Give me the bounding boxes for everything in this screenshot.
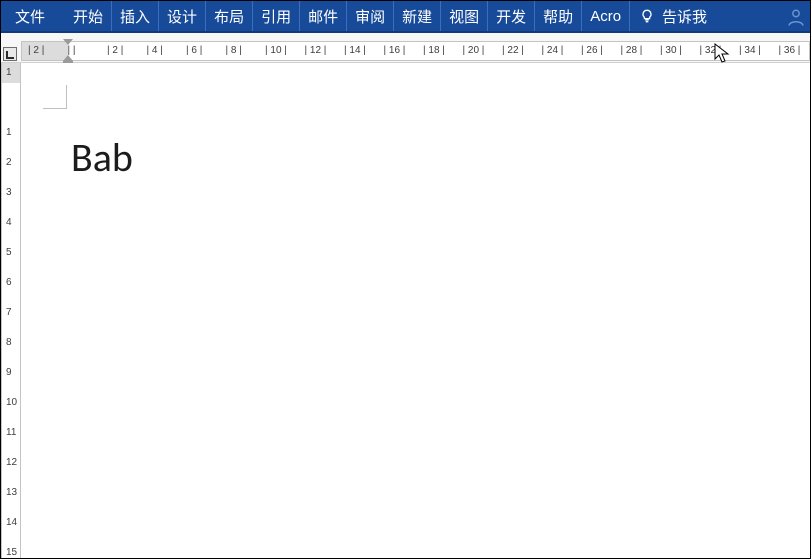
account-icon[interactable] — [786, 6, 806, 27]
tab-file[interactable]: 文件 — [1, 1, 65, 31]
v-ruler-tick: 6 — [6, 277, 12, 288]
h-ruler-tick: | 36 | — [779, 45, 801, 56]
tab-developer[interactable]: 开发 — [488, 1, 535, 31]
v-ruler-tick: 3 — [6, 187, 12, 198]
tab-view[interactable]: 视图 — [441, 1, 488, 31]
h-ruler-tick: | 26 | — [581, 45, 603, 56]
tab-help[interactable]: 帮助 — [535, 1, 582, 31]
document-body-text[interactable]: Bab — [71, 133, 133, 182]
h-ruler-tick: | 28 | — [621, 45, 643, 56]
h-ruler-tick: | 22 | — [502, 45, 524, 56]
v-ruler-tick: 10 — [6, 397, 17, 408]
v-ruler-tick: 15 — [6, 547, 17, 558]
tab-acrobat[interactable]: Acro — [582, 1, 630, 31]
tab-design[interactable]: 设计 — [159, 1, 206, 31]
h-ruler-tick: | 12 | — [305, 45, 327, 56]
workspace: 1123456789101112131415 Bab — [1, 63, 810, 558]
v-ruler-tick: 13 — [6, 487, 17, 498]
v-ruler-tick: 2 — [6, 157, 12, 168]
ribbon-tabs: 文件 开始 插入 设计 布局 引用 邮件 审阅 新建 视图 开发 帮助 Acro… — [1, 1, 810, 33]
tab-mailings[interactable]: 邮件 — [300, 1, 347, 31]
lightbulb-icon — [640, 9, 654, 23]
header-boundary-mark — [43, 85, 67, 109]
h-ruler-tick: | 4 | — [147, 45, 163, 56]
tell-me-search[interactable]: 告诉我 — [630, 6, 717, 27]
tab-layout[interactable]: 布局 — [206, 1, 253, 31]
v-ruler-tick: 12 — [6, 457, 17, 468]
v-ruler-tick: 1 — [6, 127, 12, 138]
h-ruler-tick: | 2 | — [28, 45, 44, 56]
vertical-ruler[interactable]: 1123456789101112131415 — [1, 63, 21, 558]
h-ruler-tick: | 20 | — [463, 45, 485, 56]
h-ruler-tick: | 2 | — [107, 45, 123, 56]
v-ruler-tick: 7 — [6, 307, 12, 318]
tab-references[interactable]: 引用 — [253, 1, 300, 31]
tell-me-label: 告诉我 — [662, 6, 707, 27]
tab-new[interactable]: 新建 — [394, 1, 441, 31]
h-ruler-tick: | 8 | — [226, 45, 242, 56]
h-ruler-tick: | 6 | — [186, 45, 202, 56]
horizontal-ruler[interactable]: | 2 || || 2 || 4 || 6 || 8 || 10 || 12 |… — [21, 41, 810, 61]
h-ruler-tick: | 32 | — [700, 45, 722, 56]
tab-insert[interactable]: 插入 — [112, 1, 159, 31]
v-ruler-tick: 11 — [6, 427, 16, 438]
v-ruler-tick: 1 — [6, 67, 12, 78]
v-ruler-tick: 14 — [6, 517, 17, 528]
h-ruler-tick: | 18 | — [423, 45, 445, 56]
h-ruler-tick: | 14 | — [344, 45, 366, 56]
h-ruler-tick: | 34 | — [739, 45, 761, 56]
v-ruler-tick: 9 — [6, 367, 12, 378]
h-ruler-tick: | 24 | — [542, 45, 564, 56]
ruler-row: | 2 || || 2 || 4 || 6 || 8 || 10 || 12 |… — [1, 33, 810, 63]
tab-stop-selector[interactable] — [3, 47, 17, 61]
tab-review[interactable]: 审阅 — [347, 1, 394, 31]
v-ruler-tick: 5 — [6, 247, 12, 258]
tab-home[interactable]: 开始 — [65, 1, 112, 31]
first-line-indent-marker[interactable] — [63, 39, 73, 45]
h-ruler-tick: | 30 | — [660, 45, 682, 56]
v-ruler-tick: 8 — [6, 337, 12, 348]
h-ruler-tick: | 10 | — [265, 45, 287, 56]
h-ruler-tick: | 16 | — [384, 45, 406, 56]
v-ruler-tick: 4 — [6, 217, 12, 228]
document-page[interactable]: Bab — [21, 63, 810, 558]
